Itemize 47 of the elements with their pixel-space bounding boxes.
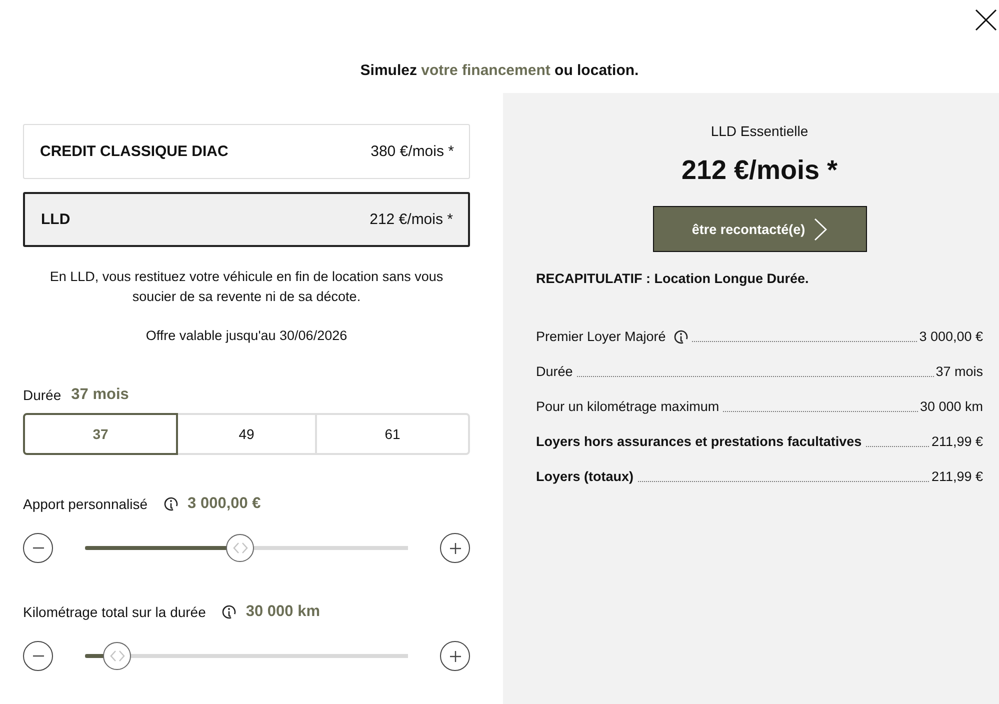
offer-option[interactable]: CREDIT CLASSIQUE DIAC 380 €/mois * bbox=[23, 124, 470, 179]
summary-heading: RECAPITULATIF : Location Longue Durée. bbox=[536, 270, 810, 288]
field-value: 30 000 km bbox=[246, 602, 320, 622]
summary-value: 3 000,00 € bbox=[919, 328, 983, 346]
left-right-chevrons-icon bbox=[232, 542, 248, 554]
increase-button[interactable] bbox=[440, 533, 470, 563]
summary-value: 37 mois bbox=[936, 363, 983, 381]
close-icon bbox=[975, 9, 997, 31]
field-value: 37 mois bbox=[71, 385, 129, 405]
dialog-title: Simulez votre financement ou location. bbox=[359, 61, 640, 81]
slider-thumb[interactable] bbox=[103, 642, 132, 670]
summary-value: 211,99 € bbox=[931, 433, 983, 451]
plan-name: LLD Essentielle bbox=[710, 122, 808, 141]
field-label: Apport personnalisé bbox=[23, 495, 148, 514]
dotted-leader bbox=[866, 446, 930, 447]
summary-label: Durée bbox=[536, 363, 573, 381]
minus-icon bbox=[32, 655, 44, 657]
info-icon[interactable] bbox=[222, 605, 236, 619]
summary-value: 211,99 € bbox=[931, 468, 983, 486]
monthly-price: 212 €/mois * bbox=[681, 154, 838, 186]
plus-icon bbox=[450, 650, 460, 662]
contact-button[interactable]: être recontacté(e) bbox=[652, 206, 866, 252]
chevron-right-icon bbox=[814, 218, 828, 240]
left-right-chevrons-icon bbox=[110, 650, 125, 662]
info-icon[interactable] bbox=[674, 330, 688, 344]
summary-label: Premier Loyer Majoré bbox=[536, 328, 666, 346]
summary-value: 30 000 km bbox=[920, 398, 983, 416]
duration-option[interactable]: 49 bbox=[176, 413, 317, 455]
increase-button[interactable] bbox=[440, 641, 470, 671]
decrease-button[interactable] bbox=[23, 641, 53, 671]
plus-icon bbox=[450, 542, 460, 554]
field-label: Durée bbox=[23, 386, 62, 405]
field-value: 3 000,00 € bbox=[188, 494, 261, 514]
slider-thumb[interactable] bbox=[226, 534, 254, 562]
summary-label: Loyers hors assurances et prestations facultatives bbox=[536, 433, 862, 451]
field-label: Kilométrage total sur la durée bbox=[23, 603, 206, 622]
close-button[interactable] bbox=[975, 9, 997, 31]
offer-validity: Offre valable jusqu'au 30/06/2026 bbox=[144, 327, 348, 345]
decrease-button[interactable] bbox=[23, 533, 53, 563]
duration-option[interactable]: 61 bbox=[315, 413, 470, 455]
minus-icon bbox=[32, 547, 44, 549]
summary-label: Pour un kilométrage maximum bbox=[536, 398, 720, 416]
summary-label: Loyers (totaux) bbox=[536, 468, 634, 486]
info-icon[interactable] bbox=[164, 497, 178, 511]
offer-description: En LLD, vous restituez votre véhicule en fin de location sans vous soucier de sa revente ni de sa décote. bbox=[48, 268, 444, 306]
duration-option[interactable]: 37 bbox=[23, 413, 178, 455]
offer-option[interactable]: LLD 212 €/mois * bbox=[23, 192, 470, 247]
